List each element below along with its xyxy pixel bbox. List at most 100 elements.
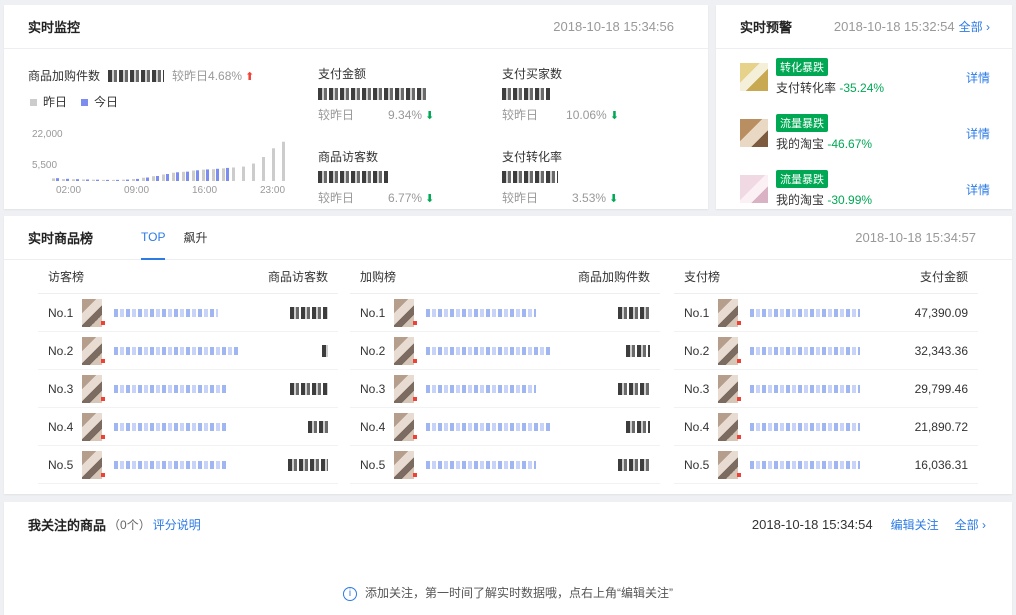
ranking-title: 实时商品榜	[28, 231, 94, 246]
monitor-title: 实时监控	[28, 20, 81, 35]
chart-bar-yesterday	[282, 141, 285, 181]
chart-bar-today	[126, 179, 129, 181]
chart-bar-today	[86, 179, 89, 181]
alert-all-link[interactable]: 全部 ›	[959, 18, 990, 35]
chart-bar-yesterday	[192, 170, 195, 181]
monitor-time: 2018-10-18 15:34:56	[553, 19, 674, 34]
chart-bar-today	[226, 167, 229, 181]
table-row[interactable]: No.3	[350, 370, 660, 408]
chart-bar-today	[106, 179, 109, 181]
table-row[interactable]: No.1	[350, 294, 660, 332]
alert-badge: 转化暴跌	[776, 58, 828, 76]
pay-amount-value: 32,343.36	[914, 343, 968, 358]
table-row[interactable]: No.2 32,343.36	[674, 332, 978, 370]
product-thumb	[718, 298, 741, 327]
alert-title: 实时预警	[740, 20, 793, 35]
table-row[interactable]: No.5 16,036.31	[674, 446, 978, 484]
chart-bar-yesterday	[82, 179, 85, 181]
pay-rank-column: 支付榜 支付金额 No.1 47,390.09 No.2 32,343.36 No.3…	[674, 260, 978, 484]
table-row[interactable]: No.4	[350, 408, 660, 446]
product-thumb	[82, 450, 105, 479]
chart-bar-yesterday	[112, 179, 115, 181]
chart-bar-today	[166, 174, 169, 181]
chart-bar-today	[196, 170, 199, 181]
table-row[interactable]: No.5	[38, 446, 338, 484]
product-thumb	[82, 336, 105, 365]
follow-header: 我关注的商品 （0个） 评分说明 2018-10-18 15:34:54 编辑关…	[4, 502, 1012, 546]
table-row[interactable]: No.1 47,390.09	[674, 294, 978, 332]
chart-bar-yesterday	[92, 179, 95, 181]
product-thumb	[718, 412, 741, 441]
cart-bar-chart: 22,000 5,500 02:00 09:00 16:00 23:00	[32, 129, 285, 196]
rating-explain-link[interactable]: 评分说明	[153, 516, 201, 533]
product-thumb	[394, 412, 417, 441]
table-row[interactable]: No.2	[350, 332, 660, 370]
table-row[interactable]: No.4 21,890.72	[674, 408, 978, 446]
product-thumb	[718, 336, 741, 365]
table-row[interactable]: No.3 29,799.46	[674, 370, 978, 408]
chart-bar-today	[116, 179, 119, 181]
cart-metric: 商品加购件数 较昨日4.68%	[28, 67, 254, 84]
empty-hint: i 添加关注，第一时间了解实时数据哦，点右上角“编辑关注”	[4, 584, 1012, 601]
product-thumb	[394, 298, 417, 327]
cart-compare: 较昨日4.68%	[172, 67, 254, 84]
follow-title: 我关注的商品	[28, 517, 107, 533]
chart-bar-yesterday	[232, 167, 235, 181]
follow-all-link[interactable]: 全部 ›	[955, 516, 986, 533]
chart-bar-today	[146, 177, 149, 181]
chart-bar-today	[136, 178, 139, 181]
product-thumb	[82, 412, 105, 441]
realtime-ranking-card: 实时商品榜 TOP 飙升 2018-10-18 15:34:57 访客榜 商品访客…	[4, 216, 1012, 494]
alert-header: 实时预警 2018-10-18 15:32:54 全部 ›	[716, 5, 1012, 49]
monitor-header: 实时监控 2018-10-18 15:34:56	[4, 5, 708, 49]
visitors-masked	[318, 171, 388, 183]
ranking-time: 2018-10-18 15:34:57	[855, 230, 976, 245]
cart-rank-column: 加购榜 商品加购件数 No.1 No.2 No.3 No.4 No.5	[350, 260, 660, 484]
alert-detail-link[interactable]: 详情	[966, 69, 990, 86]
info-icon: i	[343, 586, 357, 601]
alert-item: 流量暴跌 我的淘宝 -46.67% 详情	[716, 105, 1012, 161]
cart-rank-header: 加购榜 商品加购件数	[350, 260, 660, 294]
visitor-rank-header: 访客榜 商品访客数	[38, 260, 338, 294]
chart-bar-yesterday	[222, 168, 225, 181]
table-row[interactable]: No.5	[350, 446, 660, 484]
table-row[interactable]: No.1	[38, 294, 338, 332]
alert-thumb	[740, 63, 768, 91]
x-tick-2300: 23:00	[260, 185, 285, 196]
tab-rising[interactable]: 飙升	[183, 216, 207, 260]
alert-detail-link[interactable]: 详情	[966, 181, 990, 198]
table-row[interactable]: No.2	[38, 332, 338, 370]
legend-yesterday: 昨日	[30, 93, 67, 110]
table-row[interactable]: No.3	[38, 370, 338, 408]
chart-bar-today	[66, 178, 69, 181]
tab-top[interactable]: TOP	[141, 216, 166, 260]
chart-legend: 昨日 今日	[30, 93, 118, 110]
chart-bar-today	[216, 168, 219, 181]
legend-today: 今日	[81, 93, 118, 110]
chevron-right-icon: ›	[982, 517, 986, 532]
alert-time: 2018-10-18 15:32:54	[833, 19, 955, 34]
chart-bar-today	[56, 178, 59, 181]
chart-bar-yesterday	[202, 169, 205, 181]
followed-products-card: 我关注的商品 （0个） 评分说明 2018-10-18 15:34:54 编辑关…	[4, 502, 1012, 615]
alert-detail-link[interactable]: 详情	[966, 125, 990, 142]
product-thumb	[394, 374, 417, 403]
metric-visitors: 商品访客数 较昨日 6.77%	[318, 148, 434, 206]
pay-buyers-masked	[502, 88, 550, 100]
metric-conversion: 支付转化率 较昨日 3.53%	[502, 148, 618, 206]
product-thumb	[718, 450, 741, 479]
ranking-header: 实时商品榜 TOP 飙升 2018-10-18 15:34:57	[4, 216, 1012, 260]
x-tick-0900: 09:00	[124, 185, 149, 196]
table-row[interactable]: No.4	[38, 408, 338, 446]
edit-follow-link[interactable]: 编辑关注	[891, 516, 939, 533]
alert-item: 流量暴跌 我的淘宝 -30.99% 详情	[716, 161, 1012, 209]
chart-bar-yesterday	[262, 157, 265, 181]
chart-bar-yesterday	[62, 179, 65, 181]
chart-bar-yesterday	[102, 179, 105, 181]
alert-thumb	[740, 175, 768, 203]
chart-bar-yesterday	[252, 163, 255, 181]
chart-bar-yesterday	[132, 179, 135, 181]
product-thumb	[394, 336, 417, 365]
pay-amount-value: 16,036.31	[914, 457, 968, 472]
y-tick-22000: 22,000	[32, 129, 63, 140]
